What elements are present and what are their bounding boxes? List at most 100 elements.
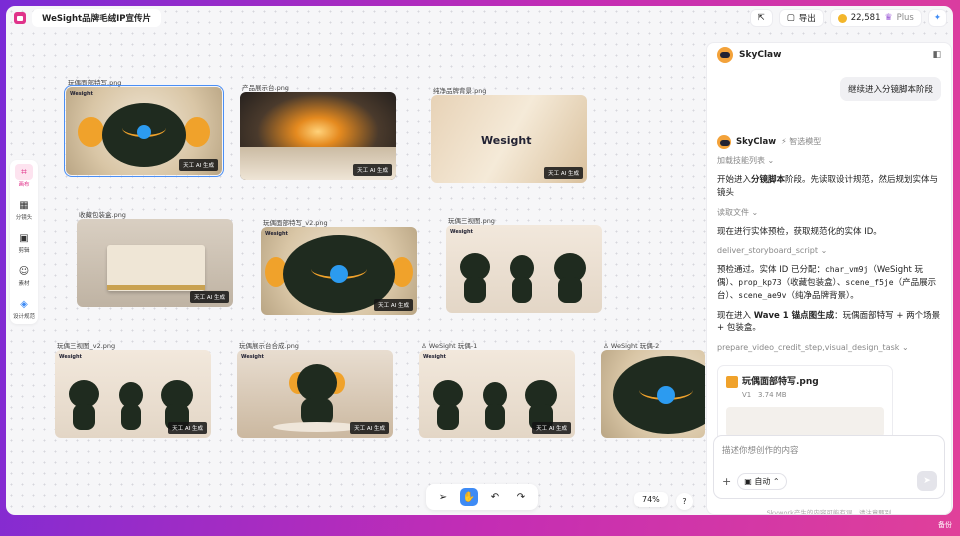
top-right-actions: ⇱ ▢ 导出 22,581 ♛ Plus ✦ bbox=[749, 9, 947, 27]
sidebar-item-assets[interactable]: ☺ 素材 bbox=[10, 263, 38, 288]
sidebar-label: 分镜头 bbox=[15, 215, 33, 221]
sidebar-label: 素材 bbox=[18, 281, 30, 287]
export-icon: ▢ bbox=[786, 13, 795, 23]
tool-call-label: deliver_storyboard_script bbox=[717, 246, 819, 256]
mode-selector[interactable]: ▣ 自动 ⌃ bbox=[737, 473, 787, 490]
card-label: 玩偶展示台合成.png bbox=[239, 342, 299, 350]
message-paragraph: 开始进入分镜脚本阶段。先读取设计规范，然后规划实体与镜头 bbox=[717, 175, 939, 198]
canvas-card[interactable]: 玩偶展示台合成.png Wesight 天工 AI 生成 bbox=[237, 342, 393, 438]
card-label: WeSight 玩偶-1 bbox=[428, 342, 478, 350]
card-image: Wesight 天工 AI 生成 bbox=[55, 350, 211, 438]
mode-label: 自动 bbox=[754, 477, 771, 486]
ai-badge: 天工 AI 生成 bbox=[374, 299, 413, 311]
assistant-messages: SkyClaw ⚡ 智选模型 加载技能列表 ⌄ 开始进入分镜脚本阶段。先读取设计… bbox=[717, 135, 943, 361]
help-button[interactable]: ? bbox=[676, 493, 693, 510]
card-label: 玩偶面部特写.png bbox=[68, 79, 122, 87]
ai-badge: 天工 AI 生成 bbox=[350, 422, 389, 434]
more-button[interactable]: ✦ bbox=[927, 9, 947, 27]
zoom-level[interactable]: 74% bbox=[634, 492, 668, 507]
user-icon: ♙ bbox=[603, 342, 609, 350]
send-button[interactable]: ➤ bbox=[917, 471, 937, 491]
undo-button[interactable]: ↶ bbox=[486, 488, 504, 506]
card-image bbox=[601, 350, 705, 438]
share-button[interactable]: ⇱ bbox=[749, 9, 773, 27]
chat-input[interactable]: 描述你想创作的内容 bbox=[722, 444, 936, 456]
card-image: Wesight 天工 AI 生成 bbox=[419, 350, 575, 438]
add-attachment-icon[interactable]: + bbox=[722, 475, 731, 488]
share-icon: ⇱ bbox=[757, 13, 765, 23]
plush-eye bbox=[137, 125, 151, 139]
message-paragraph: 现在进入 Wave 1 锚点图生成：玩偶面部特写 + 两个场景 + 包装盒。 bbox=[717, 310, 941, 334]
title-bar: WeSight品牌毛绒IP宣传片 bbox=[6, 6, 169, 30]
chat-title: SkyClaw bbox=[739, 50, 782, 60]
model-selector[interactable]: ⚡ 智选模型 bbox=[781, 136, 821, 148]
sidebar-item-canvas[interactable]: ⌗ 画布 bbox=[10, 164, 38, 188]
canvas-card[interactable]: 产品展示台.png 天工 AI 生成 bbox=[240, 84, 396, 180]
input-actions: + ▣ 自动 ⌃ bbox=[722, 473, 787, 490]
card-image: Wesight 天工 AI 生成 bbox=[237, 350, 393, 438]
canvas-card[interactable]: ♙ WeSight 玩偶-1 Wesight 天工 AI 生成 bbox=[419, 342, 575, 438]
hand-tool-button[interactable]: ✋ bbox=[460, 488, 478, 506]
plush-body bbox=[512, 277, 532, 303]
footer-label: 备份 bbox=[938, 521, 952, 529]
clip-icon: ▣ bbox=[19, 232, 29, 244]
card-image: Wesight bbox=[446, 225, 602, 313]
hand-icon: ✋ bbox=[462, 491, 476, 503]
credits-button[interactable]: 22,581 ♛ Plus bbox=[829, 9, 922, 27]
canvas-card[interactable]: 玩偶三视图.png Wesight bbox=[446, 217, 602, 313]
collapse-panel-icon[interactable]: ◧ bbox=[932, 50, 941, 60]
plush-body bbox=[437, 404, 459, 430]
tool-call-toggle[interactable]: prepare_video_credit_step,visual_design_… bbox=[717, 342, 943, 354]
chat-input-box[interactable]: 描述你想创作的内容 + ▣ 自动 ⌃ ➤ bbox=[713, 435, 945, 499]
plush-ear bbox=[184, 117, 210, 147]
tool-call-label: prepare_video_credit_step,visual_design_… bbox=[717, 343, 900, 352]
canvas-card[interactable]: 纯净品牌背景.png Wesight 天工 AI 生成 bbox=[431, 87, 587, 183]
load-skills-toggle[interactable]: 加载技能列表 ⌄ bbox=[717, 155, 943, 167]
send-icon: ➤ bbox=[923, 476, 931, 486]
message-paragraph: 现在进行实体预检，获取规范化的实体 ID。 bbox=[717, 226, 882, 237]
export-button[interactable]: ▢ 导出 bbox=[778, 9, 824, 27]
chat-panel: SkyClaw ◧ 继续进入分镜脚本阶段 SkyClaw ⚡ 智选模型 加载技能… bbox=[706, 42, 952, 515]
sidebar-item-design-spec[interactable]: ◈ 设计规范 bbox=[10, 296, 38, 321]
assistant-avatar bbox=[717, 135, 731, 149]
chat-header: SkyClaw ◧ bbox=[707, 43, 951, 67]
card-label: 玩偶面部特写_v2.png bbox=[263, 219, 328, 227]
ai-badge: 天工 AI 生成 bbox=[532, 422, 571, 434]
file-preview bbox=[726, 406, 884, 437]
canvas-card[interactable]: 玩偶三视图_v2.png Wesight 天工 AI 生成 bbox=[55, 342, 211, 438]
tool-call-toggle[interactable]: deliver_storyboard_script ⌄ bbox=[717, 245, 943, 257]
model-label: 智选模型 bbox=[789, 137, 822, 146]
plan-label: Plus bbox=[896, 13, 914, 23]
canvas-card[interactable]: 玩偶面部特写_v2.png Wesight 天工 AI 生成 bbox=[261, 219, 417, 315]
image-file-icon bbox=[726, 375, 738, 388]
file-meta: V1 3.74 MB bbox=[742, 390, 787, 399]
ai-badge: 天工 AI 生成 bbox=[190, 291, 229, 303]
read-file-toggle[interactable]: 读取文件 ⌄ bbox=[717, 207, 943, 219]
card-label-wrap: ♙ WeSight 玩偶-1 bbox=[421, 340, 477, 350]
ai-badge: 天工 AI 生成 bbox=[353, 164, 392, 176]
sidebar-label: 剪辑 bbox=[18, 248, 30, 254]
canvas-card[interactable]: 玩偶面部特写.png Wesight 天工 AI 生成 bbox=[64, 79, 224, 177]
user-message: 继续进入分镜脚本阶段 bbox=[839, 77, 941, 101]
file-card-title: 玩偶面部特写.png bbox=[726, 374, 884, 388]
canvas-card[interactable]: 收藏包装盒.png 天工 AI 生成 bbox=[77, 211, 233, 307]
assets-icon: ☺ bbox=[18, 265, 30, 277]
ai-badge: 天工 AI 生成 bbox=[179, 159, 218, 171]
sidebar-item-storyboard[interactable]: ▦ 分镜头 bbox=[10, 197, 38, 222]
document-title[interactable]: WeSight品牌毛绒IP宣传片 bbox=[32, 9, 161, 27]
plush-eye bbox=[330, 265, 348, 283]
agent-row: SkyClaw ⚡ 智选模型 bbox=[717, 135, 943, 149]
canvas-card[interactable]: ♙ WeSight 玩偶-2 bbox=[601, 342, 705, 438]
left-toolbar: ⌗ 画布 ▦ 分镜头 ▣ 剪辑 ☺ 素材 ◈ 设计规范 bbox=[10, 160, 38, 324]
card-label-wrap: ♙ WeSight 玩偶-2 bbox=[603, 340, 659, 350]
brand-mark: Wesight bbox=[59, 354, 82, 360]
chevron-down-icon: ⌄ bbox=[767, 156, 775, 165]
app-logo-icon[interactable] bbox=[14, 12, 26, 24]
brand-logo-text: Wesight bbox=[481, 134, 532, 147]
sidebar-item-edit[interactable]: ▣ 剪辑 bbox=[10, 230, 38, 255]
card-label: 收藏包装盒.png bbox=[79, 211, 126, 219]
package-stripe bbox=[107, 285, 205, 290]
redo-button[interactable]: ↷ bbox=[512, 488, 530, 506]
credits-value: 22,581 bbox=[850, 13, 881, 23]
select-tool-button[interactable]: ➢ bbox=[434, 488, 452, 506]
